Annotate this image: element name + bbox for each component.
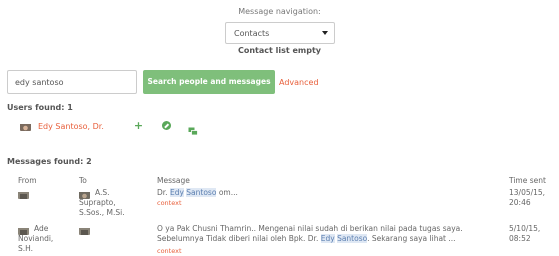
contact-list-empty-text: Contact list empty: [237, 46, 322, 55]
message-navigation-label: Message navigation:: [238, 7, 321, 16]
add-contact-plus-icon[interactable]: +: [133, 120, 144, 131]
recipient-name-line: S.Sos., M.Si.: [79, 208, 125, 217]
sender-avatar: [18, 188, 29, 199]
message-text: . Sekarang saya lihat ...: [367, 234, 456, 243]
sender-name-line: Noviandi,: [18, 234, 54, 243]
context-link[interactable]: context: [157, 199, 182, 207]
user-avatar[interactable]: [20, 120, 31, 131]
message-line: Sebelumnya Tidak diberi nilai oleh Bpk. …: [157, 234, 502, 244]
column-header-message: Message: [157, 176, 190, 185]
message-navigation-select[interactable]: Contacts: [225, 22, 335, 44]
search-people-messages-button[interactable]: Search people and messages: [143, 70, 275, 94]
message-snippet: Dr. Edy Santoso om...: [157, 188, 238, 198]
search-highlight: Santoso: [337, 234, 368, 243]
recipient-name-line: Suprapto,: [79, 198, 116, 207]
search-highlight: Santoso: [186, 188, 217, 197]
context-link[interactable]: context: [157, 247, 182, 255]
message-text: om...: [216, 188, 238, 197]
search-highlight: Edy: [320, 234, 335, 243]
sender-name-line: S.H.: [18, 244, 34, 253]
time-sent: 13/05/15, 20:46: [509, 188, 559, 208]
recipient-name: A.S. Suprapto, S.Sos., M.Si.: [79, 188, 135, 218]
time-sent-date: 5/10/15,: [509, 224, 541, 233]
column-header-to: To: [79, 176, 87, 185]
send-message-icon[interactable]: [188, 121, 198, 136]
sender-name-line: Ade: [34, 224, 49, 233]
recipient-name-line: A.S.: [95, 188, 110, 197]
sender-name: Ade Noviandi, S.H.: [18, 224, 76, 254]
messages-found-heading: Messages found: 2: [7, 157, 92, 166]
message-text: O ya Pak Chusni Thamrin.. Mengenai nilai…: [157, 224, 463, 233]
time-sent: 5/10/15, 08:52: [509, 224, 559, 244]
time-sent-clock: 08:52: [509, 234, 531, 243]
search-input[interactable]: [7, 70, 137, 94]
block-contact-icon[interactable]: [162, 121, 171, 130]
message-snippet: O ya Pak Chusni Thamrin.. Mengenai nilai…: [157, 224, 502, 244]
advanced-search-link[interactable]: Advanced: [279, 78, 319, 87]
search-highlight: Edy: [169, 188, 184, 197]
dropdown-arrow-icon: [322, 31, 328, 35]
message-navigation-selected: Contacts: [234, 29, 270, 38]
time-sent-clock: 20:46: [509, 198, 531, 207]
users-found-heading: Users found: 1: [7, 103, 73, 112]
time-sent-date: 13/05/15,: [509, 188, 546, 197]
column-header-from: From: [18, 176, 37, 185]
column-header-time-sent: Time sent: [509, 176, 546, 185]
user-name-link[interactable]: Edy Santoso, Dr.: [38, 122, 104, 131]
message-text: Sebelumnya Tidak diberi nilai oleh Bpk. …: [157, 234, 321, 243]
recipient-avatar: [79, 224, 90, 235]
message-text: Dr.: [157, 188, 170, 197]
